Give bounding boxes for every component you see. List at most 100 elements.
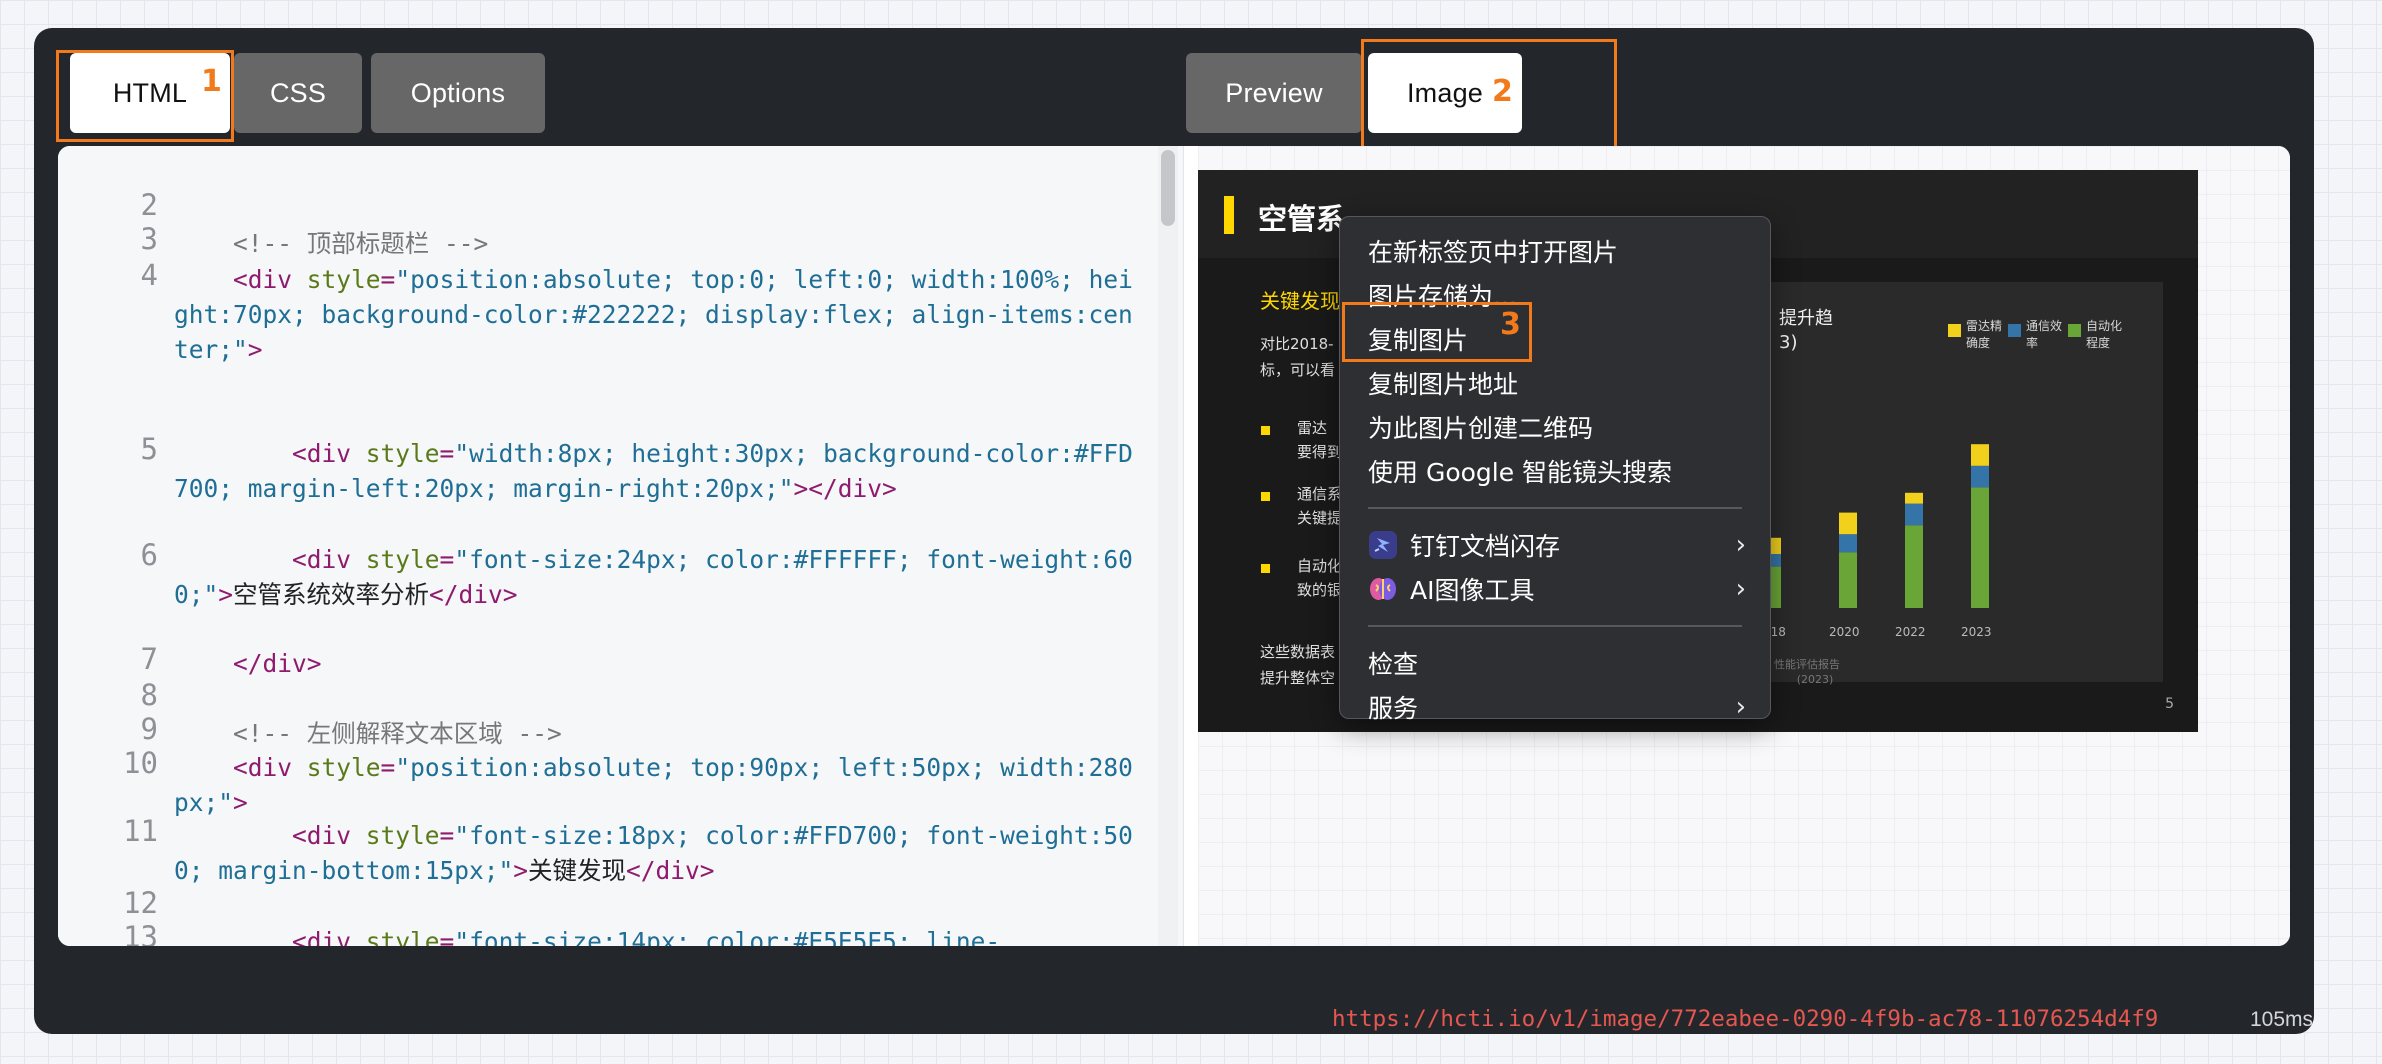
chart-bar-segment [1905,492,1923,504]
menu-item-inspect[interactable]: 检查 [1340,641,1770,685]
chevron-right-icon: › [1735,530,1746,560]
slide-bullet-3-line-1: 自动化 [1297,557,1343,575]
menu-item-label: 使用 Google 智能镜头搜索 [1368,458,1673,487]
image-url-link[interactable]: https://hcti.io/v1/image/772eabee-0290-4… [1332,1006,2158,1032]
line-number: 13 [123,920,158,946]
menu-item-copy-image[interactable]: 复制图片 [1340,317,1770,361]
menu-item-save-image-as[interactable]: 图片存储为... [1340,273,1770,317]
chart-bar-segment [1839,534,1857,553]
tab-preview[interactable]: Preview [1186,53,1362,133]
chart-bar-segment [1839,512,1857,535]
chart-bar-segment [1905,503,1923,526]
line-number: 10 [123,746,158,780]
line-number: 9 [140,712,158,746]
menu-item-services[interactable]: 服务 › [1340,685,1770,729]
tab-options[interactable]: Options [371,53,545,133]
slide-title: 空管系 [1258,202,1346,236]
slide-bullet-1-line-1: 雷达 [1297,419,1328,437]
chart-plot [1763,444,1989,608]
editor-scrollbar-thumb[interactable] [1161,150,1175,226]
code-token: <div [233,753,307,782]
code-token: = [439,821,455,850]
slide-bullet-2-line-1: 通信系 [1297,485,1343,503]
main-panel: 1<div style="width:800px; height:450px; … [58,146,2290,946]
chart-bar-segment [1839,552,1857,608]
code-text: <div style="width:8px; height:30px; back… [174,436,1134,506]
slide-subtitle: 关键发现 [1260,289,1340,313]
chevron-right-icon: › [1735,574,1746,604]
code-text: </div> [174,646,1134,681]
slide-bullet-3 [1261,564,1270,573]
menu-item-label: 复制图片 [1368,326,1469,355]
code-token: </div> [626,856,715,885]
code-token: > [233,788,248,817]
code-token: "font-size:14px; color:#E5E5E5; line- [454,927,1001,946]
slide-intro-line-2: 标，可以看 [1260,361,1336,379]
menu-separator [1368,507,1742,509]
menu-item-open-image-new-tab[interactable]: 在新标签页中打开图片 [1340,229,1770,273]
menu-item-copy-image-address[interactable]: 复制图片地址 [1340,361,1770,405]
slide-bullet-2 [1261,492,1270,501]
step-badge-3: 3 [1500,307,1521,342]
menu-item-label: 为此图片创建二维码 [1368,414,1594,443]
code-token: 关键发现 [528,856,627,885]
line-number: 3 [140,222,158,256]
tab-options-label: Options [410,77,506,108]
menu-item-ai-image-tools[interactable]: AI图像工具 › [1340,567,1770,611]
chevron-right-icon: › [1735,692,1746,722]
menu-separator [1368,625,1742,627]
chart-bar-segment [1971,444,1989,466]
code-token: = [380,753,396,782]
tab-css[interactable]: CSS [234,53,362,133]
slide-footer-line-1: 这些数据表 [1260,643,1336,661]
code-token: 空管系统效率分析 [233,580,430,609]
menu-item-create-qr-code[interactable]: 为此图片创建二维码 [1340,405,1770,449]
render-time: 105ms [2250,1008,2314,1031]
line-number: 5 [140,432,158,466]
code-token: <!-- 左侧解释文本区域 --> [233,719,562,748]
code-token: = [380,265,396,294]
tab-image-label: Image [1406,77,1484,108]
code-token: <div [292,545,366,574]
code-token: style [365,821,440,850]
menu-item-label: 图片存储为... [1368,282,1517,311]
line-number: 12 [123,886,158,920]
code-token: <div [233,265,307,294]
code-token: = [439,439,455,468]
code-token: = [439,545,455,574]
slide-chart: 提升趋 3) 雷达精确度 通信效率 自动化程度 018 2020 2022 2023 性能… [1763,282,2163,686]
code-text: <div style="position:absolute; top:90px;… [174,750,1134,820]
menu-item-dingtalk-docs[interactable]: 钉钉文档闪存 › [1340,523,1770,567]
code-token: style [306,753,381,782]
code-token: style [365,545,440,574]
chart-bar-segment [1971,465,1989,488]
line-number: 2 [140,188,158,222]
code-text: <div style="font-size:18px; color:#FFD70… [174,818,1134,888]
slide-page-number: 5 [2165,696,2174,712]
code-token: <div [292,439,366,468]
code-token: > [247,335,263,364]
slide-bullet-1-line-2: 要得到 [1297,443,1343,461]
editor-scrollbar-track[interactable] [1158,146,1178,946]
menu-item-label: 检查 [1368,650,1419,679]
code-editor[interactable]: 1<div style="width:800px; height:450px; … [58,146,1184,946]
menu-item-label: 在新标签页中打开图片 [1368,238,1619,267]
slide-accent-bar [1224,196,1234,234]
menu-item-google-lens-search[interactable]: 使用 Google 智能镜头搜索 [1340,449,1770,493]
code-token: <!-- 顶部标题栏 --> [233,229,489,258]
dingtalk-icon [1368,530,1398,560]
code-token: style [365,927,440,946]
step-badge-1: 1 [201,64,222,99]
x-axis-tick-label: 2022 [1895,625,1926,639]
tab-preview-label: Preview [1225,77,1323,108]
menu-item-label: 复制图片地址 [1368,370,1519,399]
menu-item-label: 钉钉文档闪存 [1410,532,1561,561]
line-number: 8 [140,678,158,712]
